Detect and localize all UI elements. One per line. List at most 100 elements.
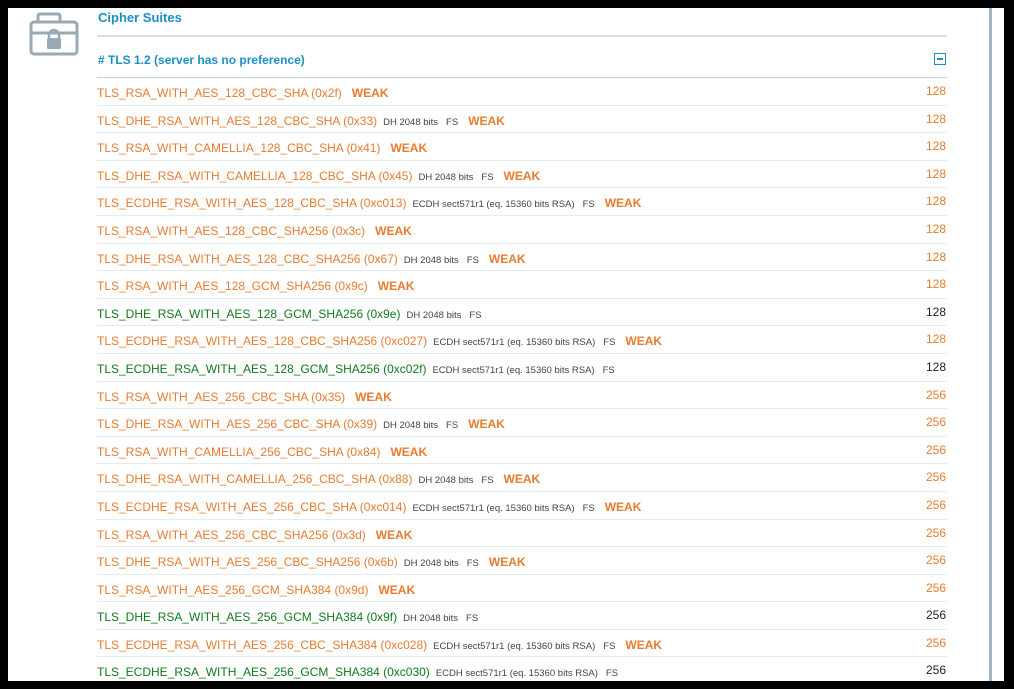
forward-secrecy-tag: FS [481,475,494,487]
key-size-bits: 256 [925,663,946,678]
cipher-suite-name: TLS_RSA_WITH_AES_128_CBC_SHA256 (0x3c) [97,223,366,238]
forward-secrecy-tag: FS [602,364,615,376]
forward-secrecy-tag: FS [466,254,479,266]
cipher-suite-row: TLS_DHE_RSA_WITH_AES_128_CBC_SHA256 (0x6… [97,244,947,272]
cipher-suite-name: TLS_ECDHE_RSA_WITH_AES_128_CBC_SHA256 (0… [97,334,428,349]
key-size-bits: 256 [925,415,946,430]
cipher-suite-row: TLS_ECDHE_RSA_WITH_AES_128_GCM_SHA256 (0… [97,354,947,382]
cipher-suite-row: TLS_RSA_WITH_AES_256_GCM_SHA384 (0x9d) WE… [97,575,947,603]
key-size-bits: 128 [925,139,946,154]
cipher-suite-name: TLS_RSA_WITH_CAMELLIA_256_CBC_SHA (0x84) [97,444,381,459]
key-exchange-info: DH 2048 bits [418,171,474,183]
cipher-suite-name: TLS_ECDHE_RSA_WITH_AES_256_GCM_SHA384 (0… [97,665,430,680]
cipher-suite-name: TLS_DHE_RSA_WITH_AES_128_CBC_SHA (0x33) [97,113,378,128]
section-title: Cipher Suites [97,8,947,37]
weak-badge: WEAK [351,86,389,100]
key-exchange-info: ECDH sect571r1 (eq. 15360 bits RSA) [432,364,595,376]
forward-secrecy-tag: FS [481,171,494,183]
key-exchange-info: DH 2048 bits [383,116,439,128]
key-exchange-info: DH 2048 bits [406,309,462,321]
key-size-bits: 128 [925,221,946,236]
forward-secrecy-tag: FS [469,309,482,321]
weak-badge: WEAK [488,251,526,266]
cipher-suite-name: TLS_RSA_WITH_AES_128_CBC_SHA (0x2f) [97,86,342,100]
cipher-suite-row: TLS_DHE_RSA_WITH_AES_256_GCM_SHA384 (0x9… [97,602,947,630]
weak-badge: WEAK [375,223,412,238]
weak-badge: WEAK [604,499,642,514]
forward-secrecy-tag: FS [582,502,595,514]
scrollbar[interactable] [989,8,992,681]
cipher-suite-name: TLS_RSA_WITH_CAMELLIA_128_CBC_SHA (0x41) [97,141,381,156]
forward-secrecy-tag: FS [603,640,616,652]
forward-secrecy-tag: FS [603,337,616,349]
cipher-suite-row: TLS_DHE_RSA_WITH_CAMELLIA_256_CBC_SHA (0… [97,464,947,492]
cipher-suite-name: TLS_ECDHE_RSA_WITH_AES_128_CBC_SHA (0xc0… [97,196,407,211]
key-exchange-info: ECDH sect571r1 (eq. 15360 bits RSA) [433,640,596,652]
cipher-suite-name: TLS_RSA_WITH_AES_128_GCM_SHA256 (0x9c) [97,279,368,294]
forward-secrecy-tag: FS [466,558,479,570]
cipher-suite-row: TLS_DHE_RSA_WITH_AES_128_GCM_SHA256 (0x9… [97,299,947,327]
key-size-bits: 256 [925,442,946,457]
cipher-suite-row: TLS_RSA_WITH_AES_128_CBC_SHA256 (0x3c) WE… [97,216,947,244]
weak-badge: WEAK [604,196,642,211]
cipher-suite-name: TLS_DHE_RSA_WITH_AES_128_GCM_SHA256 (0x9… [97,306,401,321]
key-exchange-info: DH 2048 bits [383,420,439,432]
weak-badge: WEAK [377,279,415,294]
cipher-suite-name: TLS_DHE_RSA_WITH_AES_128_CBC_SHA256 (0x6… [97,251,398,266]
forward-secrecy-tag: FS [582,199,595,211]
cipher-suite-row: TLS_ECDHE_RSA_WITH_AES_256_CBC_SHA (0xc0… [97,492,947,520]
tls12-group-title: # TLS 1.2 (server has no preference) [98,53,305,67]
key-size-bits: 256 [925,525,946,540]
weak-badge: WEAK [390,444,428,459]
cipher-suite-row: TLS_ECDHE_RSA_WITH_AES_128_CBC_SHA (0xc0… [97,188,947,216]
cipher-suite-row: TLS_DHE_RSA_WITH_AES_256_CBC_SHA256 (0x6… [97,547,947,575]
key-size-bits: 256 [925,387,946,402]
cipher-suite-list: TLS_RSA_WITH_AES_128_CBC_SHA (0x2f) WEAK 1… [97,78,947,681]
weak-badge: WEAK [468,113,505,128]
cipher-suite-name: TLS_DHE_RSA_WITH_CAMELLIA_128_CBC_SHA (0… [97,168,413,183]
weak-badge: WEAK [378,582,416,597]
key-size-bits: 256 [925,497,946,512]
key-exchange-info: ECDH sect571r1 (eq. 15360 bits RSA) [412,502,575,514]
cipher-suite-row: TLS_DHE_RSA_WITH_AES_128_CBC_SHA (0x33) D… [97,106,947,134]
report-panel: Cipher Suites # TLS 1.2 (server has no p… [8,8,1004,681]
key-exchange-info: ECDH sect571r1 (eq. 15360 bits RSA) [433,337,596,349]
weak-badge: WEAK [503,168,541,183]
cipher-suite-row: TLS_RSA_WITH_AES_256_CBC_SHA (0x35) WEAK 2… [97,382,947,410]
cipher-suites-section: Cipher Suites # TLS 1.2 (server has no p… [97,8,947,681]
key-exchange-info: DH 2048 bits [403,613,459,625]
key-size-bits: 256 [925,608,946,623]
cipher-suite-row: TLS_DHE_RSA_WITH_AES_256_CBC_SHA (0x39) D… [97,409,947,437]
key-size-bits: 128 [925,84,946,98]
weak-badge: WEAK [468,417,505,432]
weak-badge: WEAK [625,637,663,652]
cipher-suite-row: TLS_ECDHE_RSA_WITH_AES_128_CBC_SHA256 (0… [97,326,947,354]
tls12-group-header: # TLS 1.2 (server has no preference) [97,47,947,78]
key-size-bits: 128 [925,166,946,181]
key-size-bits: 128 [925,277,946,292]
cipher-suite-name: TLS_ECDHE_RSA_WITH_AES_128_GCM_SHA256 (0… [97,361,427,376]
key-size-bits: 256 [925,635,946,650]
cipher-suite-name: TLS_DHE_RSA_WITH_AES_256_GCM_SHA384 (0x9… [97,610,398,625]
collapse-toggle-icon[interactable] [934,53,946,65]
key-exchange-info: ECDH sect571r1 (eq. 15360 bits RSA) [435,668,598,680]
weak-badge: WEAK [488,555,526,570]
key-size-bits: 128 [925,332,946,347]
weak-badge: WEAK [375,527,413,542]
key-size-bits: 128 [925,111,946,126]
key-exchange-info: DH 2048 bits [403,254,459,266]
cipher-suite-name: TLS_DHE_RSA_WITH_AES_256_CBC_SHA256 (0x6… [97,555,398,570]
key-size-bits: 256 [925,580,946,595]
cipher-suite-row: TLS_RSA_WITH_AES_128_CBC_SHA (0x2f) WEAK 1… [97,78,947,106]
forward-secrecy-tag: FS [605,668,619,680]
cipher-suite-row: TLS_DHE_RSA_WITH_CAMELLIA_128_CBC_SHA (0… [97,161,947,189]
cipher-suite-name: TLS_ECDHE_RSA_WITH_AES_256_CBC_SHA (0xc0… [97,499,407,514]
key-exchange-info: DH 2048 bits [403,558,459,570]
cipher-suite-name: TLS_RSA_WITH_AES_256_CBC_SHA256 (0x3d) [97,527,366,542]
cipher-suite-row: TLS_RSA_WITH_CAMELLIA_256_CBC_SHA (0x84)… [97,437,947,465]
forward-secrecy-tag: FS [446,116,459,128]
cipher-suite-row: TLS_ECDHE_RSA_WITH_AES_256_CBC_SHA384 (0… [97,630,947,658]
weak-badge: WEAK [625,334,663,349]
key-size-bits: 128 [925,249,946,264]
key-size-bits: 256 [925,470,946,485]
